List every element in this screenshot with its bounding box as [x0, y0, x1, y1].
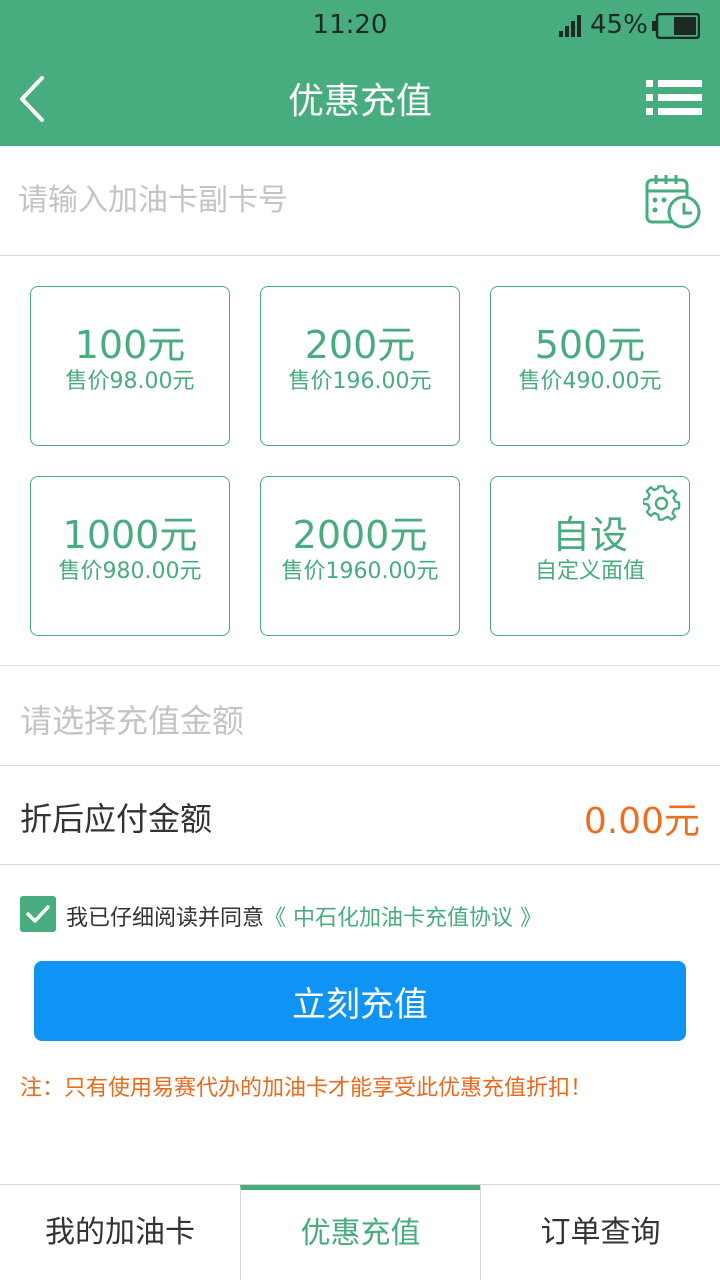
amount-option-custom[interactable]: 自设 自定义面值 — [490, 476, 690, 636]
amount-value: 100元 — [74, 323, 186, 367]
calendar-clock-icon[interactable] — [644, 172, 702, 230]
list-menu-icon[interactable] — [646, 78, 702, 118]
tab-order-query[interactable]: 订单查询 — [480, 1185, 720, 1280]
amount-value: 500元 — [534, 323, 646, 367]
payable-row: 折后应付金额 0.00元 — [0, 766, 720, 865]
amount-grid: 100元 售价98.00元 200元 售价196.00元 500元 售价490.… — [0, 256, 720, 666]
page-title: 优惠充值 — [287, 81, 432, 122]
signal-icon — [559, 15, 581, 37]
amount-value: 2000元 — [292, 513, 428, 557]
amount-price: 自定义面值 — [534, 559, 645, 584]
amount-option-1000[interactable]: 1000元 售价980.00元 — [30, 476, 230, 636]
amount-price: 售价1960.00元 — [281, 559, 439, 584]
amount-price: 售价98.00元 — [65, 369, 195, 394]
tab-my-cards[interactable]: 我的加油卡 — [0, 1185, 240, 1280]
agreement-text: 我已仔细阅读并同意《 中石化加油卡充值协议 》 — [66, 900, 542, 932]
select-amount-row[interactable]: 请选择充值金额 — [0, 666, 720, 766]
tab-discount-recharge[interactable]: 优惠充值 — [240, 1185, 480, 1280]
amount-value: 1000元 — [62, 513, 198, 557]
amount-price: 售价196.00元 — [288, 369, 432, 394]
amount-option-2000[interactable]: 2000元 售价1960.00元 — [260, 476, 460, 636]
bottom-tab-bar: 我的加油卡 优惠充值 订单查询 — [0, 1184, 720, 1280]
amount-price: 售价980.00元 — [58, 559, 202, 584]
gear-icon — [643, 485, 681, 521]
battery-percent: 45% — [590, 10, 648, 40]
payable-label: 折后应付金额 — [20, 800, 213, 838]
recharge-button[interactable]: 立刻充值 — [34, 961, 686, 1041]
nav-bar: 优惠充值 — [0, 52, 720, 146]
select-amount-placeholder: 请选择充值金额 — [20, 702, 245, 740]
amount-option-100[interactable]: 100元 售价98.00元 — [30, 286, 230, 446]
amount-price: 售价490.00元 — [518, 369, 662, 394]
card-number-row — [0, 146, 720, 256]
agreement-statement: 我已仔细阅读并同意 — [66, 906, 265, 931]
payable-value: 0.00元 — [583, 801, 700, 842]
agreement-row: 我已仔细阅读并同意《 中石化加油卡充值协议 》 — [20, 896, 700, 932]
amount-option-500[interactable]: 500元 售价490.00元 — [490, 286, 690, 446]
card-number-input[interactable] — [18, 176, 618, 224]
discount-note: 注：只有使用易赛代办的加油卡才能享受此优惠充值折扣！ — [20, 1076, 593, 1101]
app-header: 11:20 45% 优惠充值 — [0, 0, 720, 146]
battery-icon — [652, 13, 700, 39]
amount-value: 200元 — [304, 323, 416, 367]
amount-option-200[interactable]: 200元 售价196.00元 — [260, 286, 460, 446]
status-bar: 11:20 45% — [0, 0, 720, 52]
agreement-link[interactable]: 《 中石化加油卡充值协议 》 — [264, 906, 542, 931]
agreement-checkbox[interactable] — [20, 896, 56, 932]
